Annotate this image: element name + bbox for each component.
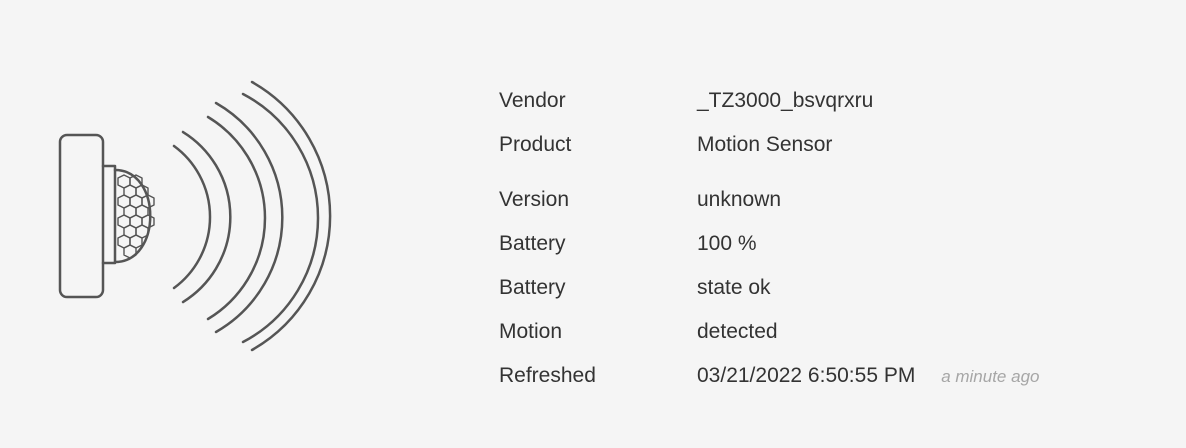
battery-level-label: Battery [499, 232, 566, 255]
motion-value: detected [697, 320, 778, 343]
sensor-dome-base [101, 164, 117, 265]
info-row-motion: Motion detected [499, 315, 1149, 359]
product-value: Motion Sensor [697, 133, 833, 156]
vendor-label: Vendor [499, 89, 566, 112]
signal-waves [172, 80, 332, 352]
sensor-lens-mesh [117, 174, 155, 259]
battery-state-value: state ok [697, 276, 771, 299]
device-info-table: Vendor _TZ3000_bsvqrxru Product Motion S… [499, 84, 1149, 403]
refreshed-relative-time: a minute ago [941, 367, 1040, 386]
refreshed-label: Refreshed [499, 364, 596, 387]
product-label: Product [499, 133, 572, 156]
version-value: unknown [697, 188, 782, 211]
info-row-battery-state: Battery state ok [499, 271, 1149, 315]
info-row-vendor: Vendor _TZ3000_bsvqrxru [499, 84, 1149, 128]
motion-sensor-icon [58, 80, 332, 352]
refreshed-value-group: 03/21/2022 6:50:55 PM a minute ago [697, 359, 1039, 394]
battery-level-value: 100 % [697, 232, 757, 255]
vendor-value: _TZ3000_bsvqrxru [697, 89, 874, 112]
info-row-refreshed: Refreshed 03/21/2022 6:50:55 PM a minute… [499, 359, 1149, 403]
info-row-product: Product Motion Sensor [499, 128, 1149, 183]
motion-label: Motion [499, 320, 563, 343]
battery-state-label: Battery [499, 276, 566, 299]
device-details-panel: Vendor _TZ3000_bsvqrxru Product Motion S… [0, 0, 1186, 448]
info-row-version: Version unknown [499, 183, 1149, 227]
info-row-battery-level: Battery 100 % [499, 227, 1149, 271]
sensor-body [58, 133, 105, 299]
version-label: Version [499, 188, 570, 211]
refreshed-timestamp: 03/21/2022 6:50:55 PM [697, 364, 916, 387]
